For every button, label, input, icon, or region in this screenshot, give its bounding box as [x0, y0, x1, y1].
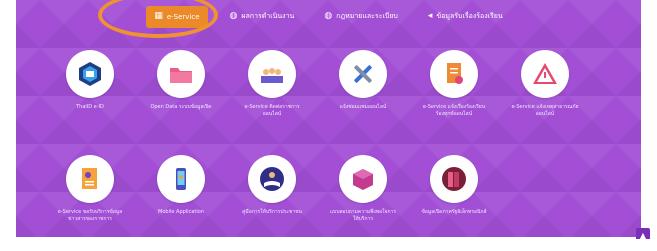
form-icon [66, 155, 114, 203]
tab-label: e-Service [166, 12, 200, 21]
service-label: แบบสอบถามความพึงพอใจการให้บริการ [329, 209, 397, 222]
service-label: Mobile Application [158, 209, 204, 215]
service-label: Open Data ระบบข้อมูลเปิด [150, 104, 212, 110]
service-label: e-Service ขอรับบริการข้อมูลข่าวสารของราช… [57, 209, 123, 222]
service-tile-repair[interactable]: แจ้งซ่อมแซมออนไลน์ [329, 50, 397, 140]
tab-label: ข้อมูลรับเรื่องร้องเรียน [436, 12, 503, 20]
people-icon [248, 50, 296, 98]
mobile-icon [157, 155, 205, 203]
tab-e-service[interactable]: ▦ e-Service [146, 5, 208, 28]
service-grid: ThaiID e-ID Open Data ระบบข้อมูลเปิด e-S… [56, 50, 579, 237]
tab-complaints[interactable]: ◂ ข้อมูลรับเรื่องร้องเรียน [420, 6, 511, 28]
service-label: e-Service แจ้งเรื่องร้องเรียนร้องทุกข์ออ… [422, 104, 486, 117]
service-tile-open-data[interactable]: Open Data ระบบข้อมูลเปิด [147, 50, 215, 140]
service-label: e-Service ติดต่อราชการออนไลน์ [244, 104, 300, 117]
service-tile-survey[interactable]: แบบสอบถามความพึงพอใจการให้บริการ [329, 155, 397, 237]
tab-label: ผลการดำเนินงาน [241, 12, 295, 20]
megaphone-icon: ◂ [427, 11, 433, 21]
service-tile-gov-open-data[interactable]: ข้อมูลเปิดภาครัฐอิเล็กทรอนิกส์ [420, 155, 488, 237]
service-tile-complaint[interactable]: e-Service แจ้งเรื่องร้องเรียนร้องทุกข์ออ… [420, 50, 488, 140]
folder-icon [157, 50, 205, 98]
service-label: ThaiID e-ID [76, 104, 104, 110]
document-icon [430, 50, 478, 98]
book-icon [248, 155, 296, 203]
service-tile-thaiid[interactable]: ThaiID e-ID [56, 50, 124, 140]
page-footer-strip [0, 239, 657, 251]
service-tile-manual[interactable]: คู่มือการให้บริการประชาชน [238, 155, 306, 237]
service-label: e-Service แจ้งเหตุสาธารณภัยออนไลน์ [511, 104, 579, 117]
e-service-panel: ▦ e-Service ◍ ผลการดำเนินงาน ◍ กฎหมายและ… [16, 0, 641, 237]
tab-label: กฎหมายและระเบียบ [336, 12, 398, 20]
service-tile-info-request[interactable]: e-Service ขอรับบริการข้อมูลข่าวสารของราช… [56, 155, 124, 237]
box-icon [339, 155, 387, 203]
tools-icon [339, 50, 387, 98]
tab-performance[interactable]: ◍ ผลการดำเนินงาน [222, 6, 303, 28]
service-tile-mobile-app[interactable]: Mobile Application [147, 155, 215, 237]
service-tile-disaster[interactable]: e-Service แจ้งเหตุสาธารณภัยออนไลน์ [511, 50, 579, 140]
grid-icon: ▦ [154, 11, 163, 21]
service-tile-online-contact[interactable]: e-Service ติดต่อราชการออนไลน์ [238, 50, 306, 140]
warning-icon [521, 50, 569, 98]
globe-icon: ◍ [229, 11, 238, 21]
globe-icon: ◍ [324, 11, 333, 21]
service-label: คู่มือการให้บริการประชาชน [242, 209, 302, 215]
service-label: ข้อมูลเปิดภาครัฐอิเล็กทรอนิกส์ [421, 209, 487, 215]
badge-icon [66, 50, 114, 98]
tab-laws[interactable]: ◍ กฎหมายและระเบียบ [316, 6, 406, 28]
tab-bar: ▦ e-Service ◍ ผลการดำเนินงาน ◍ กฎหมายและ… [16, 0, 641, 33]
service-label: แจ้งซ่อมแซมออนไลน์ [339, 104, 387, 110]
binder-icon [430, 155, 478, 203]
